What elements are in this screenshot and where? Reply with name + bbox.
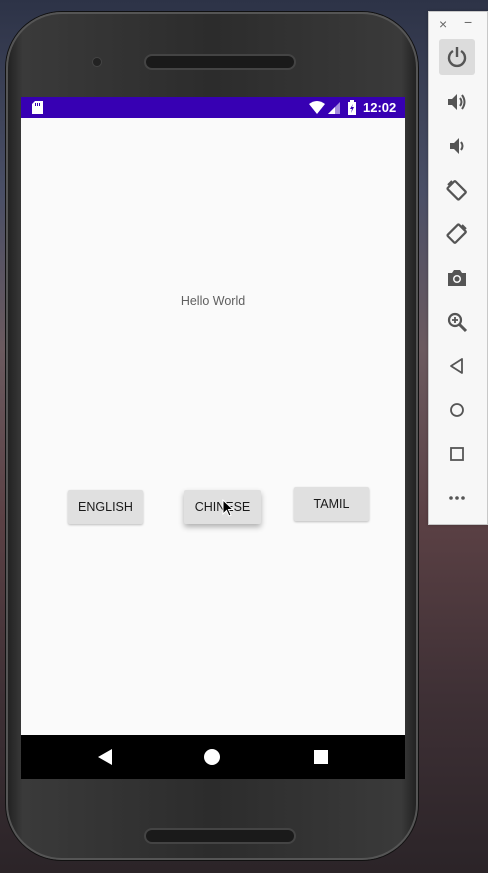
back-icon[interactable] <box>439 348 475 384</box>
english-button[interactable]: ENGLISH <box>68 490 143 524</box>
emulator-toolbar: × − <box>428 11 488 525</box>
signal-icon <box>328 102 340 114</box>
wifi-icon <box>309 101 325 114</box>
volume-up-icon[interactable] <box>439 84 475 120</box>
front-camera <box>93 58 101 66</box>
home-icon[interactable] <box>439 392 475 428</box>
status-time: 12:02 <box>363 100 397 115</box>
back-icon[interactable] <box>98 749 112 765</box>
close-icon[interactable]: × <box>439 16 447 32</box>
rotate-left-icon[interactable] <box>439 172 475 208</box>
home-icon[interactable] <box>204 749 220 765</box>
minimize-icon[interactable]: − <box>464 14 472 30</box>
more-icon[interactable] <box>439 480 475 516</box>
rotate-right-icon[interactable] <box>439 216 475 252</box>
overview-icon[interactable] <box>439 436 475 472</box>
tamil-button[interactable]: TAMIL <box>294 487 369 521</box>
power-icon[interactable] <box>439 39 475 75</box>
device-screen: 12:02 Hello World ENGLISH CHINESE TAMIL <box>21 97 405 779</box>
status-bar: 12:02 <box>21 97 405 118</box>
hello-text: Hello World <box>180 294 246 308</box>
camera-icon[interactable] <box>439 260 475 296</box>
zoom-icon[interactable] <box>439 304 475 340</box>
top-speaker <box>146 56 294 68</box>
volume-down-icon[interactable] <box>439 128 475 164</box>
bottom-speaker <box>146 830 294 842</box>
sd-card-icon <box>32 101 43 114</box>
navigation-bar <box>21 735 405 779</box>
battery-charging-icon <box>348 100 356 115</box>
mouse-cursor-icon <box>222 499 234 517</box>
recents-icon[interactable] <box>314 750 328 764</box>
